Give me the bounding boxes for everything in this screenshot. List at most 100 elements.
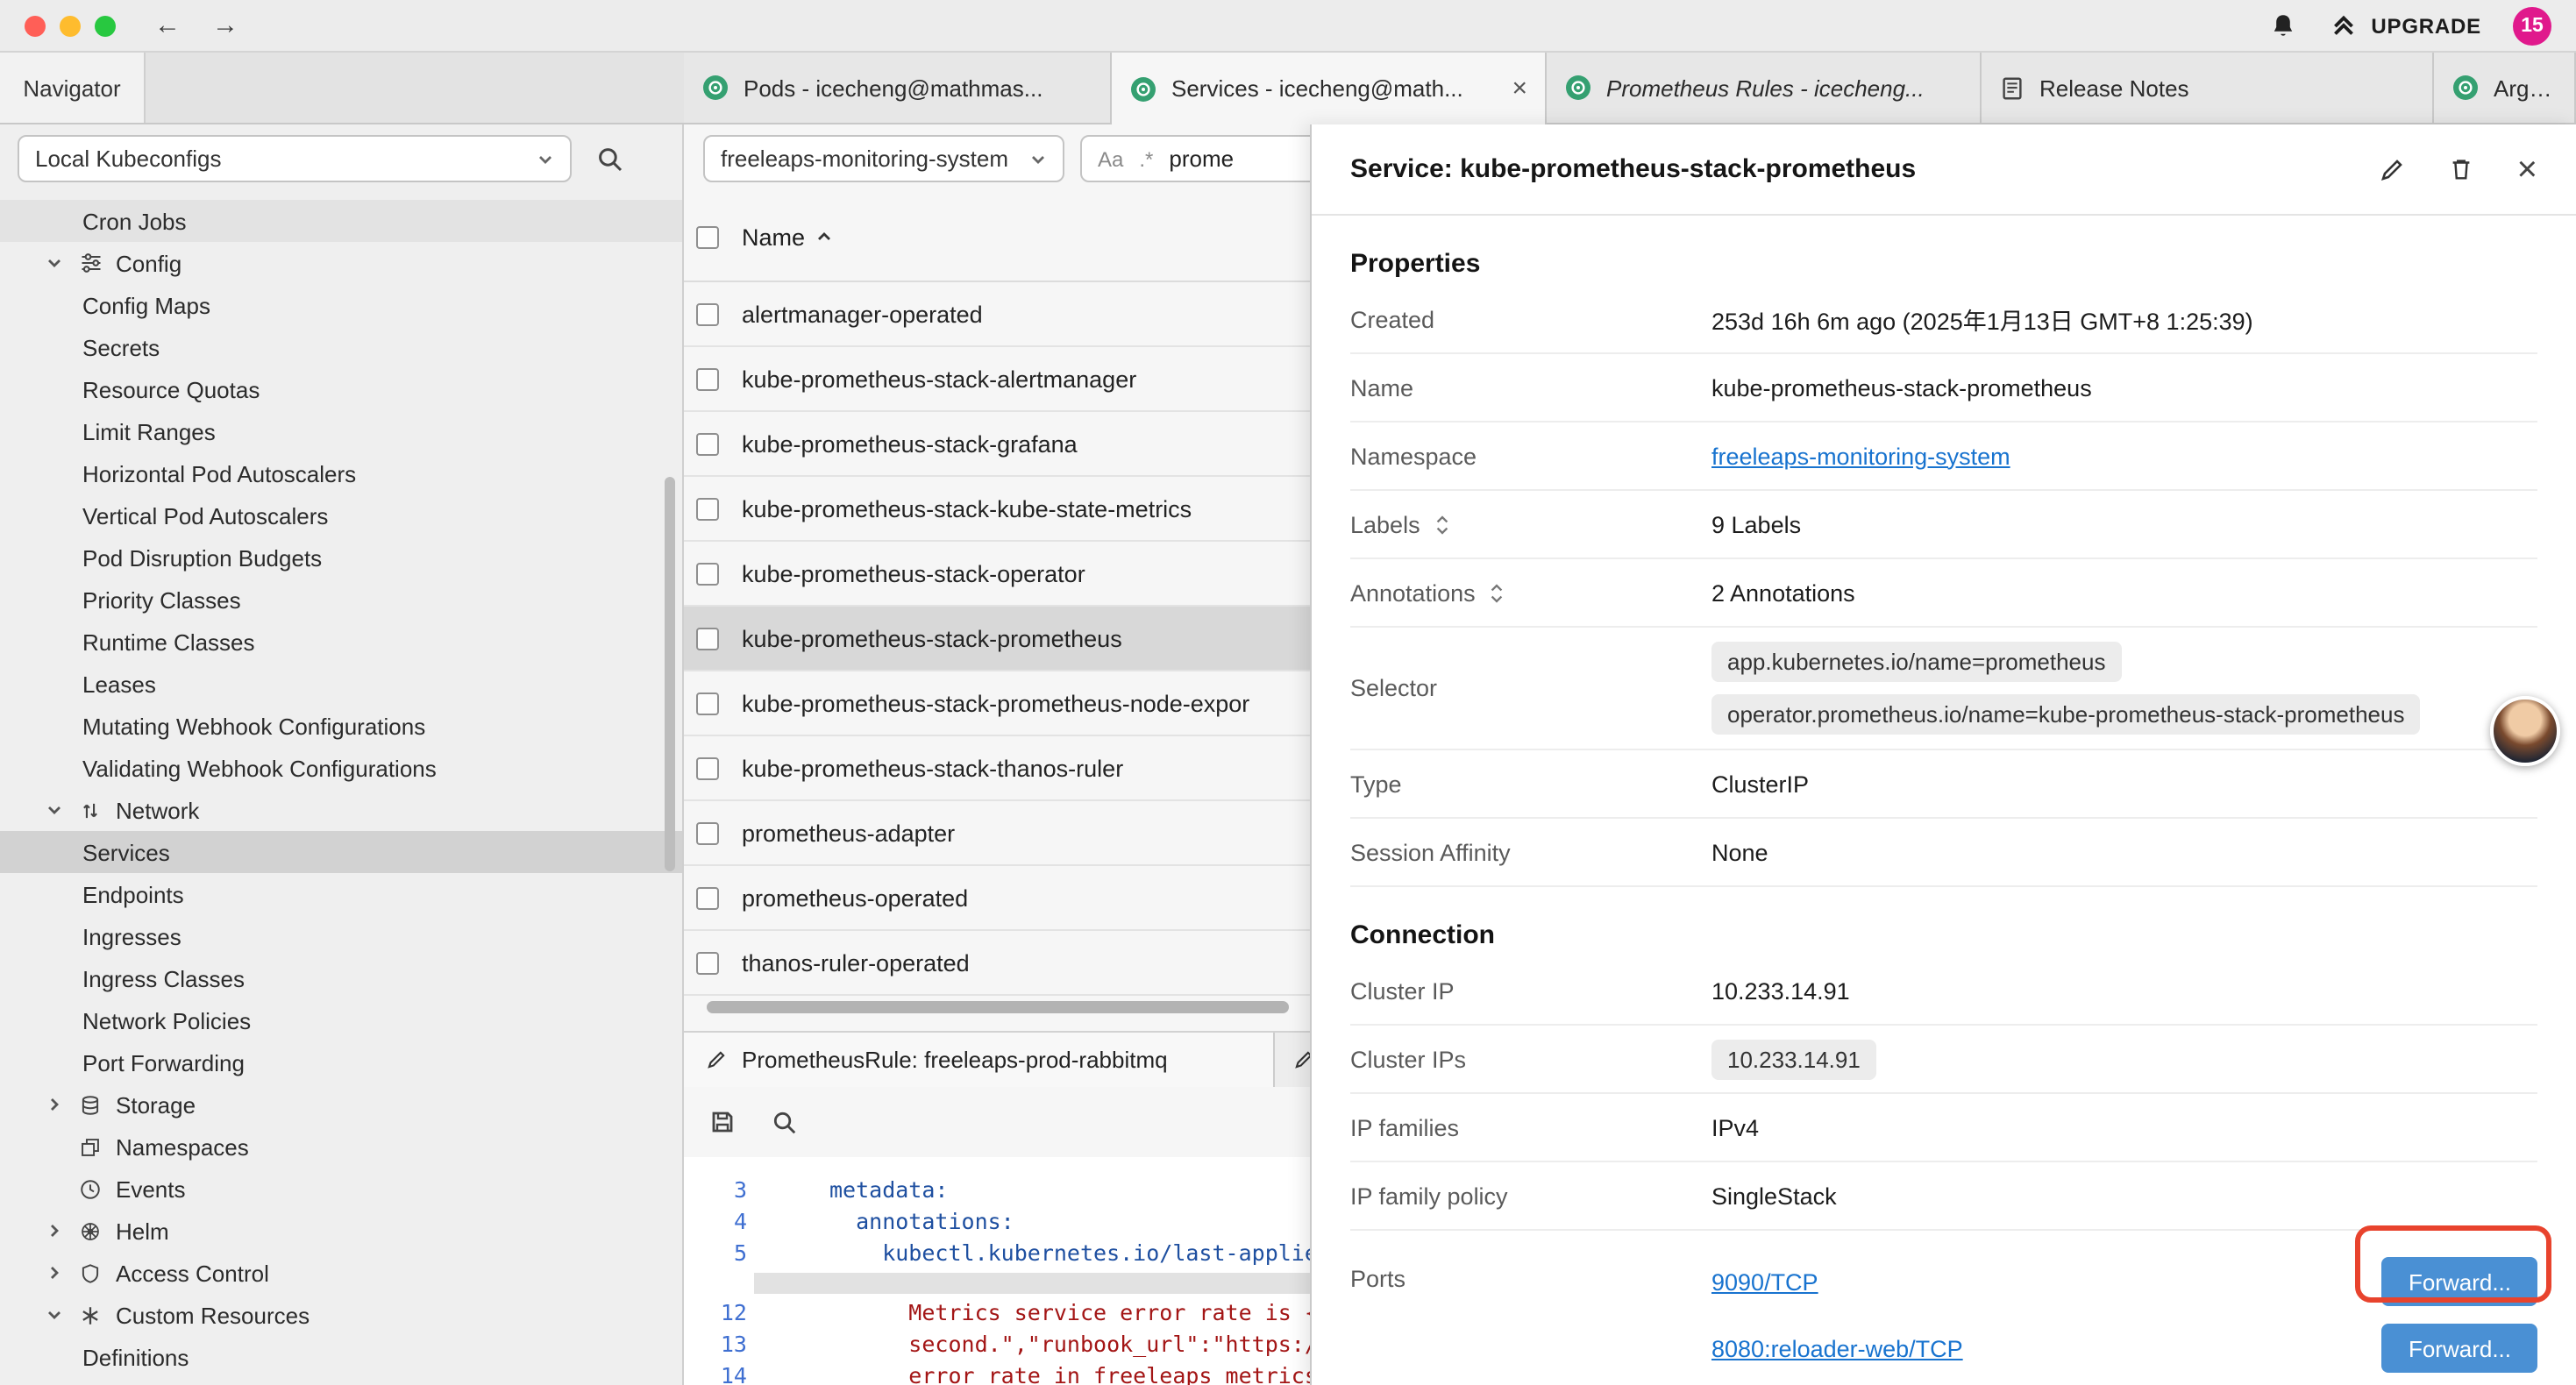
minimize-window-button[interactable] [60, 15, 81, 36]
sidebar-search-icon[interactable] [596, 145, 624, 173]
forward-button[interactable]: → [212, 11, 238, 40]
kubernetes-cluster-icon [701, 74, 729, 102]
sort-ascending-icon [815, 228, 833, 245]
row-checkbox[interactable] [696, 692, 719, 714]
notification-bell-icon[interactable] [2269, 11, 2297, 39]
sidebar-item-config-maps[interactable]: Config Maps [0, 284, 682, 326]
match-case-toggle[interactable]: Aa [1098, 146, 1123, 171]
tab-pods[interactable]: Pods - icecheng@mathmas... [684, 53, 1112, 123]
kubeconfig-select[interactable]: Local Kubeconfigs [18, 135, 572, 182]
select-all-checkbox[interactable] [696, 225, 719, 248]
sidebar-item-priority-classes[interactable]: Priority Classes [0, 579, 682, 621]
scrollbar-thumb[interactable] [707, 1001, 1289, 1013]
forward-button[interactable]: Forward... [2382, 1257, 2537, 1306]
sidebar-item-network-policies[interactable]: Network Policies [0, 999, 682, 1041]
drawer-row-session-affinity: Session Affinity None [1350, 819, 2537, 887]
back-button[interactable]: ← [154, 11, 181, 40]
dock-tab-prometheusrule[interactable]: PrometheusRule: freeleaps-prod-rabbitmq [684, 1033, 1275, 1087]
sidebar-item-vertical-pod-autoscalers[interactable]: Vertical Pod Autoscalers [0, 494, 682, 536]
sidebar-item-secrets[interactable]: Secrets [0, 326, 682, 368]
release-notes-icon [1999, 75, 2025, 101]
sidebar-item-mutating-webhook-configurations[interactable]: Mutating Webhook Configurations [0, 705, 682, 747]
horizontal-scrollbar[interactable] [701, 1001, 1315, 1015]
row-checkbox[interactable] [696, 367, 719, 390]
drawer-row-namespace: Namespace freeleaps-monitoring-system [1350, 423, 2537, 491]
row-checkbox[interactable] [696, 821, 719, 844]
row-checkbox[interactable] [696, 497, 719, 520]
chevron-down-icon [1029, 150, 1047, 167]
row-checkbox[interactable] [696, 562, 719, 585]
upgrade-button[interactable]: UPGRADE [2329, 11, 2481, 40]
code-line: second.","runbook_url":"https://net [829, 1329, 1370, 1360]
sidebar-item-leases[interactable]: Leases [0, 663, 682, 705]
sidebar-item-runtime-classes[interactable]: Runtime Classes [0, 621, 682, 663]
sidebar-item-horizontal-pod-autoscalers[interactable]: Horizontal Pod Autoscalers [0, 452, 682, 494]
chevron-down-icon [42, 254, 65, 272]
sidebar-item-pod-disruption-budgets[interactable]: Pod Disruption Budgets [0, 536, 682, 579]
line-number: 13 [684, 1329, 747, 1360]
trash-icon[interactable] [2449, 156, 2475, 182]
storage-icon [75, 1093, 105, 1116]
drawer-row-ip-families: IP families IPv4 [1350, 1094, 2537, 1162]
service-details-drawer: Service: kube-prometheus-stack-prometheu… [1310, 124, 2576, 1385]
sidebar-item-namespaces[interactable]: Namespaces [0, 1126, 682, 1168]
close-tab-icon[interactable]: × [1512, 75, 1527, 102]
expander-icon[interactable] [1434, 511, 1450, 537]
sidebar-item-services[interactable]: Services [0, 831, 682, 873]
sidebar-item-limit-ranges[interactable]: Limit Ranges [0, 410, 682, 452]
sidebar-item-ingresses[interactable]: Ingresses [0, 915, 682, 957]
sidebar-item-ingress-classes[interactable]: Ingress Classes [0, 957, 682, 999]
drawer-row-cluster-ip: Cluster IP 10.233.14.91 [1350, 957, 2537, 1026]
tab-release-notes[interactable]: Release Notes [1982, 53, 2434, 123]
row-checkbox[interactable] [696, 951, 719, 974]
kubeconfig-select-value: Local Kubeconfigs [35, 146, 222, 172]
port-link[interactable]: 9090/TCP [1711, 1268, 1818, 1295]
sidebar-item-custom-resources[interactable]: Custom Resources [0, 1294, 682, 1336]
sidebar-item-network[interactable]: Network [0, 789, 682, 831]
tab-services[interactable]: Services - icecheng@math... × [1112, 53, 1547, 124]
row-checkbox[interactable] [696, 886, 719, 909]
sidebar-item-helm[interactable]: Helm [0, 1210, 682, 1252]
row-checkbox[interactable] [696, 756, 719, 779]
zoom-window-button[interactable] [95, 15, 116, 36]
sidebar-item-events[interactable]: Events [0, 1168, 682, 1210]
sidebar-item-storage[interactable]: Storage [0, 1083, 682, 1126]
editor-search-icon[interactable] [772, 1109, 798, 1135]
sidebar-item-cron-jobs[interactable]: Cron Jobs [0, 200, 682, 242]
forward-button[interactable]: Forward... [2382, 1324, 2537, 1373]
sidebar-item-port-forwarding[interactable]: Port Forwarding [0, 1041, 682, 1083]
row-checkbox[interactable] [696, 432, 719, 455]
drawer-row-cluster-ips: Cluster IPs 10.233.14.91 [1350, 1026, 2537, 1094]
tab-prometheus-rules[interactable]: Prometheus Rules - icecheng... [1547, 53, 1982, 123]
upgrade-label: UPGRADE [2371, 13, 2481, 38]
sidebar-item-validating-webhook-configurations[interactable]: Validating Webhook Configurations [0, 747, 682, 789]
name-column-header[interactable]: Name [742, 224, 833, 250]
namespace-select[interactable]: freeleaps-monitoring-system [703, 135, 1064, 182]
row-checkbox[interactable] [696, 302, 719, 325]
sidebar-item-resource-quotas[interactable]: Resource Quotas [0, 368, 682, 410]
events-clock-icon [75, 1177, 105, 1200]
drawer-row-name: Name kube-prometheus-stack-prometheus [1350, 354, 2537, 423]
sidebar-scrollbar[interactable] [665, 477, 675, 871]
drawer-row-type: Type ClusterIP [1350, 750, 2537, 819]
config-icon [75, 251, 105, 275]
save-icon[interactable] [708, 1108, 737, 1136]
tab-argo[interactable]: Argo Se [2434, 53, 2576, 123]
namespace-link[interactable]: freeleaps-monitoring-system [1711, 443, 2010, 469]
sidebar-item-config[interactable]: Config [0, 242, 682, 284]
notification-count-badge[interactable]: 15 [2513, 6, 2551, 45]
regex-toggle[interactable]: .* [1139, 146, 1153, 171]
close-icon[interactable]: × [2517, 152, 2537, 187]
tab-bar: Navigator Pods - icecheng@mathmas... Ser… [0, 53, 2576, 124]
sidebar-item-access-control[interactable]: Access Control [0, 1252, 682, 1294]
row-checkbox[interactable] [696, 627, 719, 650]
sidebar-item-definitions[interactable]: Definitions [0, 1336, 682, 1378]
tab-label: Release Notes [2039, 75, 2189, 101]
expander-icon[interactable] [1490, 579, 1505, 606]
sidebar-item-endpoints[interactable]: Endpoints [0, 873, 682, 915]
port-link[interactable]: 8080:reloader-web/TCP [1711, 1335, 1963, 1361]
edit-icon[interactable] [2379, 155, 2407, 183]
code-line: kubectl.kubernetes.io/last-applied-co [829, 1238, 1370, 1269]
close-window-button[interactable] [25, 15, 46, 36]
avatar[interactable] [2490, 696, 2560, 766]
